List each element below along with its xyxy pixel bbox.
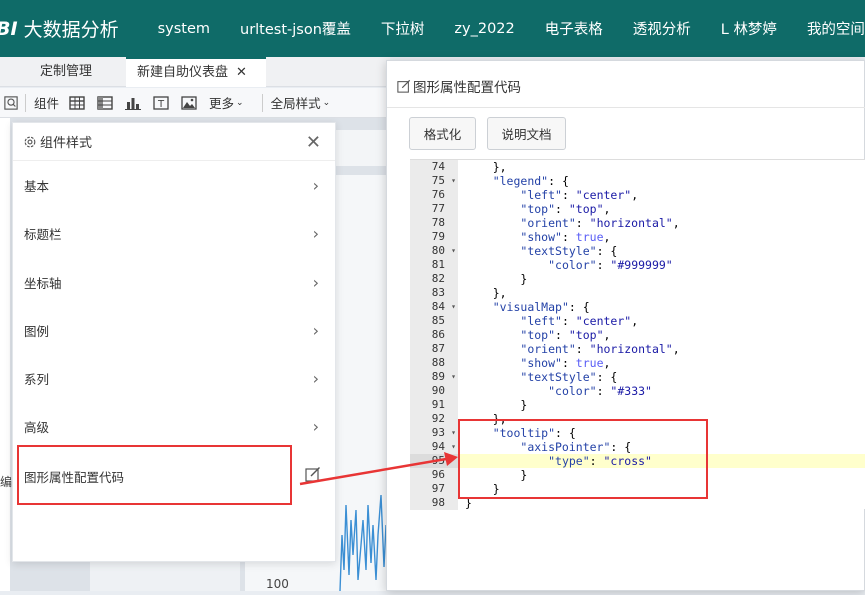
red-arrow <box>299 452 458 486</box>
